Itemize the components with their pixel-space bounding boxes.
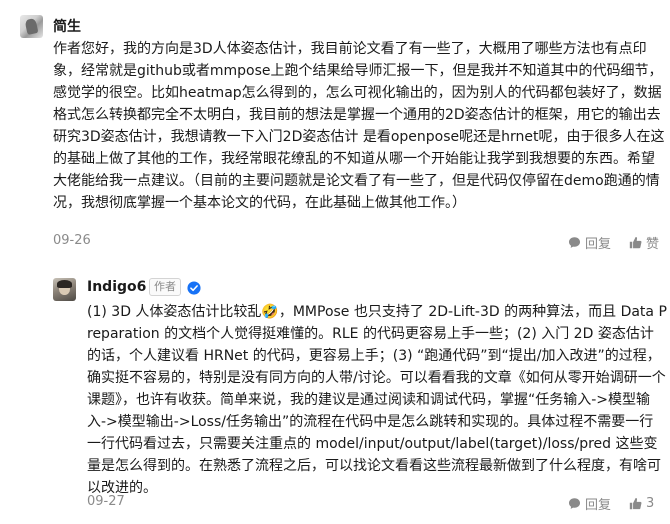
like-count: 3 <box>646 496 655 511</box>
comment-author-name[interactable]: Indigo6 <box>87 279 146 295</box>
thumbs-up-icon <box>629 237 642 249</box>
reply-icon <box>568 498 581 509</box>
comment-date: 09-26 <box>53 233 91 248</box>
reply-icon <box>568 237 581 248</box>
comment-text: (1) 3D 人体姿态估计比较乱🤣，MMPose 也只支持了 2D-Lift-3… <box>87 304 667 496</box>
reply-button[interactable]: 回复 <box>568 233 611 252</box>
avatar[interactable] <box>20 15 43 38</box>
author-badge: 作者 <box>149 278 181 296</box>
reply-button[interactable]: 回复 <box>568 494 611 513</box>
comment-actions: 回复 赞 <box>568 233 659 252</box>
like-button[interactable]: 3 <box>629 496 654 511</box>
comment-author-name[interactable]: 简生 <box>53 16 81 36</box>
comment-date: 09-27 <box>87 494 125 509</box>
reply-label: 回复 <box>585 237 612 252</box>
comment-text: 作者您好，我的方向是3D人体姿态估计，我目前论文看了有一些了，大概用了哪些方法也… <box>53 41 665 211</box>
reply-label: 回复 <box>585 498 612 513</box>
like-label: 赞 <box>646 237 660 252</box>
verified-icon <box>187 280 201 299</box>
thumbs-up-icon <box>629 498 642 510</box>
like-button[interactable]: 赞 <box>629 233 659 252</box>
comment-actions: 回复 3 <box>568 494 654 513</box>
avatar[interactable] <box>53 278 76 301</box>
